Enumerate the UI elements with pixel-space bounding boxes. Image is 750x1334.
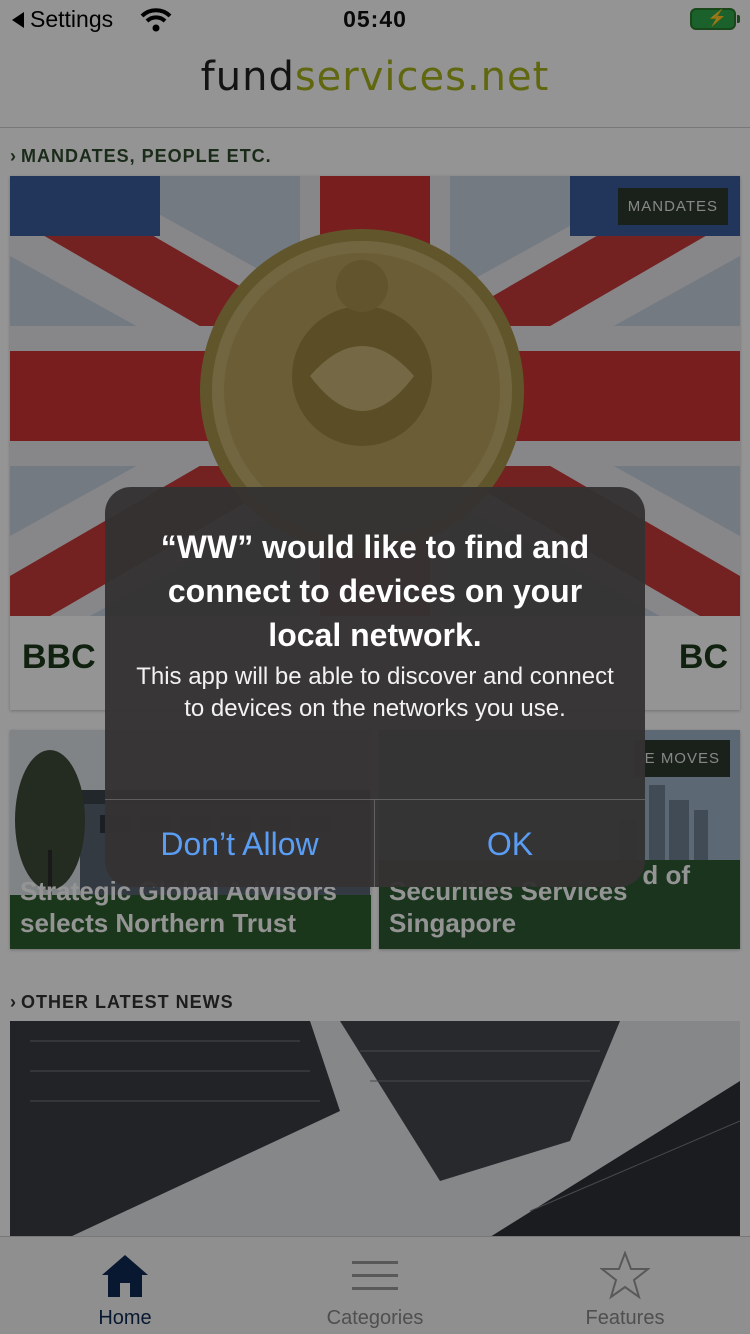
alert-message: This app will be able to discover and co… (136, 663, 614, 722)
alert-button-row: Don’t Allow OK (105, 799, 645, 887)
ok-button[interactable]: OK (375, 800, 645, 887)
alert-title: “WW” would like to find and connect to d… (160, 529, 590, 653)
dont-allow-button[interactable]: Don’t Allow (105, 800, 375, 887)
local-network-permission-alert: “WW” would like to find and connect to d… (105, 487, 645, 887)
